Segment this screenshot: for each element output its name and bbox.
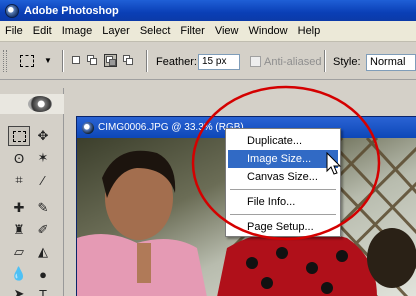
mouse-cursor-icon [326,152,342,175]
annotation-circle [191,85,381,241]
